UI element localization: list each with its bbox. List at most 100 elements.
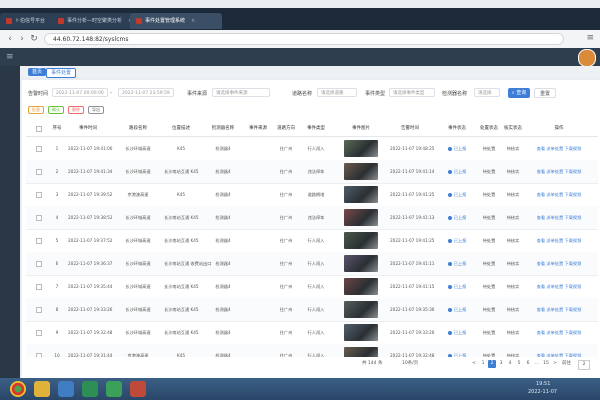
- column-header[interactable]: 路段名称: [120, 125, 156, 131]
- browser-tab-3[interactable]: 事件处置管理系统 ×: [130, 13, 222, 29]
- avatar[interactable]: [578, 49, 596, 67]
- event-thumbnail[interactable]: [344, 186, 378, 203]
- column-header[interactable]: 道路方向: [272, 125, 300, 131]
- status-dot-icon: [447, 216, 452, 220]
- tab-home[interactable]: 首页: [28, 68, 47, 76]
- breadcrumb: 首页 事件处置: [20, 66, 600, 78]
- type-select[interactable]: 请选择事件类型: [389, 88, 435, 97]
- table-row[interactable]: 7 2022-11-07 19:35:44 长沙环城高速 长沙南站互通 K45 检测器4…: [26, 275, 598, 299]
- page-button[interactable]: 2: [488, 360, 496, 368]
- row-actions[interactable]: 查看 派单处置 下载视频: [526, 146, 592, 152]
- main-panel: 告警时间 2022-11-07 00:00:00 - 2022-11-07 23…: [22, 80, 600, 380]
- tab-event-handling[interactable]: 事件处置: [46, 68, 77, 78]
- page-button[interactable]: <: [470, 360, 478, 368]
- folder-icon[interactable]: [34, 381, 50, 397]
- row-actions[interactable]: 查看 派单处置 下载视频: [526, 261, 592, 267]
- column-header[interactable]: 处置状态: [478, 125, 500, 131]
- search-button[interactable]: ⌕ 查询: [508, 88, 530, 98]
- forward-icon[interactable]: ›: [16, 33, 28, 45]
- table-row[interactable]: 5 2022-11-07 19:37:52 长沙环城高速 长沙南站互通 K45 检测器4…: [26, 229, 598, 253]
- page-button[interactable]: 6: [524, 360, 532, 368]
- row-actions[interactable]: 查看 派单处置 下载视频: [526, 192, 592, 198]
- column-header[interactable]: 序号: [50, 125, 64, 131]
- event-thumbnail[interactable]: [344, 232, 378, 249]
- road-select[interactable]: 请选择道路: [317, 88, 357, 97]
- close-icon[interactable]: ×: [191, 18, 195, 24]
- app-icon[interactable]: [58, 381, 74, 397]
- row-checkbox[interactable]: [36, 238, 42, 244]
- page-button[interactable]: 3: [497, 360, 505, 368]
- page-size-select[interactable]: 10条/页: [402, 360, 418, 368]
- column-header[interactable]: 告警时间: [390, 125, 430, 131]
- table-row[interactable]: 6 2022-11-07 19:36:37 长沙环城高速 长沙南站互通 收费站出口 检测…: [26, 252, 598, 276]
- table-row[interactable]: 3 2022-11-07 19:39:52 京港澳高速 K45 检测器4 往广州 道路拥堵 2…: [26, 183, 598, 207]
- table-row[interactable]: 4 2022-11-07 19:38:52 长沙环城高速 长沙南站互通 K45 检测器4…: [26, 206, 598, 230]
- browser-tab-2[interactable]: 事件分析—时空聚类分析×: [52, 13, 138, 29]
- row-checkbox[interactable]: [36, 192, 42, 198]
- back-icon[interactable]: ‹: [4, 33, 16, 45]
- event-thumbnail[interactable]: [344, 301, 378, 318]
- page-button[interactable]: 1: [479, 360, 487, 368]
- row-actions[interactable]: 查看 派单处置 下载视频: [526, 330, 592, 336]
- event-thumbnail[interactable]: [344, 324, 378, 341]
- screen: ト伯信号平台 事件分析—时空聚类分析× 事件处置管理系统× ‹ › ↻ 44.6…: [0, 0, 600, 400]
- app-icon[interactable]: [130, 381, 146, 397]
- app-icon[interactable]: [106, 381, 122, 397]
- end-time-input[interactable]: 2022-11-07 23:59:59: [118, 88, 174, 97]
- row-actions[interactable]: 查看 派单处置 下载视频: [526, 307, 592, 313]
- app-icon[interactable]: [82, 381, 98, 397]
- column-header[interactable]: 事件图片: [344, 125, 378, 131]
- batch-button[interactable]: 批量: [28, 106, 44, 114]
- column-header[interactable]: 核实状态: [502, 125, 524, 131]
- start-time-input[interactable]: 2022-11-07 00:00:00: [52, 88, 108, 97]
- event-thumbnail[interactable]: [344, 209, 378, 226]
- row-checkbox[interactable]: [36, 307, 42, 313]
- source-select[interactable]: 请选择事件来源: [212, 88, 270, 97]
- export-button[interactable]: 导出: [88, 106, 104, 114]
- row-actions[interactable]: 查看 派单处置 下载视频: [526, 284, 592, 290]
- row-checkbox[interactable]: [36, 215, 42, 221]
- chrome-icon[interactable]: [10, 381, 26, 397]
- url-input[interactable]: 44.60.72.148:82/syslcms: [44, 33, 564, 45]
- browser-tab-1[interactable]: ト伯信号平台: [0, 13, 56, 29]
- column-header[interactable]: 事件来源: [244, 125, 272, 131]
- table-row[interactable]: 2 2022-11-07 19:41:34 长沙环城高速 长沙南站互通 K45 检测器4…: [26, 160, 598, 184]
- delete-button[interactable]: 删除: [68, 106, 84, 114]
- page-button[interactable]: 4: [506, 360, 514, 368]
- column-header[interactable]: 事件类型: [302, 125, 330, 131]
- event-thumbnail[interactable]: [344, 278, 378, 295]
- goto-input[interactable]: 2: [578, 360, 590, 370]
- menu-toggle-icon[interactable]: ≡: [6, 52, 14, 62]
- browser-menu-icon[interactable]: ≡: [586, 33, 594, 43]
- table-row[interactable]: 1 2022-11-07 19:41:00 长沙环城高速 K45 检测器4 往广州 行人闯入…: [26, 137, 598, 161]
- column-header[interactable]: 操作: [526, 125, 592, 131]
- reload-icon[interactable]: ↻: [28, 33, 40, 45]
- table-row[interactable]: 8 2022-11-07 19:33:26 长沙环城高速 长沙南站互通 K45 检测器4…: [26, 298, 598, 322]
- row-actions[interactable]: 查看 派单处置 下载视频: [526, 215, 592, 221]
- select-all-checkbox[interactable]: [36, 126, 42, 132]
- row-checkbox[interactable]: [36, 261, 42, 267]
- row-checkbox[interactable]: [36, 284, 42, 290]
- event-thumbnail[interactable]: [344, 163, 378, 180]
- row-checkbox[interactable]: [36, 169, 42, 175]
- column-header[interactable]: 事件状态: [444, 125, 470, 131]
- cell-device: 检测器4: [215, 307, 231, 312]
- event-thumbnail[interactable]: [344, 140, 378, 157]
- event-thumbnail[interactable]: [344, 255, 378, 272]
- column-header[interactable]: 检测器名称: [206, 125, 240, 131]
- row-actions[interactable]: 查看 派单处置 下载视频: [526, 169, 592, 175]
- row-checkbox[interactable]: [36, 146, 42, 152]
- column-header[interactable]: 位置描述: [164, 125, 198, 131]
- page-button[interactable]: >: [551, 360, 559, 368]
- page-button[interactable]: 15: [542, 360, 550, 368]
- device-select[interactable]: 请选择: [474, 88, 500, 97]
- cell-handle: 待处置: [482, 284, 496, 289]
- reset-button[interactable]: 重置: [534, 88, 556, 98]
- row-actions[interactable]: 查看 派单处置 下载视频: [526, 238, 592, 244]
- column-header[interactable]: 事件时间: [68, 125, 108, 131]
- table-row[interactable]: 9 2022-11-07 19:32:48 长沙环城高速 长沙南站互通 K45 检测器4…: [26, 321, 598, 345]
- confirm-button[interactable]: 确认: [48, 106, 64, 114]
- page-button[interactable]: ...: [533, 360, 541, 368]
- page-button[interactable]: 5: [515, 360, 523, 368]
- row-checkbox[interactable]: [36, 330, 42, 336]
